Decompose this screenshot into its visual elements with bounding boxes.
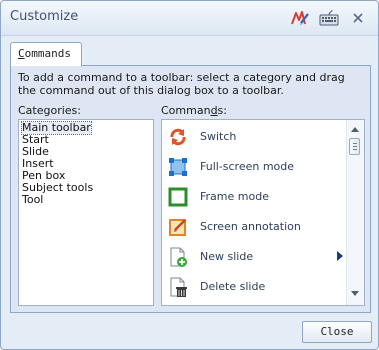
customize-dialog: Customize Commands To add a command to a…: [0, 0, 379, 350]
command-label: Delete slide: [200, 280, 266, 293]
switch-icon: [168, 127, 188, 147]
command-switch[interactable]: Switch: [162, 122, 346, 152]
command-full-screen-mode[interactable]: Full-screen mode: [162, 152, 346, 182]
command-delete-slide[interactable]: Delete slide: [162, 272, 346, 302]
categories-list[interactable]: Main toolbar Start Slide Insert Pen box …: [18, 119, 154, 306]
command-label: Frame mode: [200, 190, 269, 203]
close-button[interactable]: Close: [302, 321, 372, 343]
command-screen-annotation[interactable]: Screen annotation: [162, 212, 346, 242]
commands-label-after: s:: [217, 104, 227, 117]
commands-label-accel: d: [210, 104, 218, 117]
categories-label: Categories:: [18, 104, 81, 117]
commands-list[interactable]: Switch Full-screen mode Frame mode Scree…: [161, 119, 365, 306]
title-bar-icons: [290, 8, 368, 28]
submenu-arrow-icon[interactable]: [337, 251, 343, 261]
tab-commands-label: Commands: [18, 47, 71, 60]
instructions-text: To add a command to a toolbar: select a …: [18, 71, 345, 97]
command-label: Full-screen mode: [200, 160, 295, 173]
command-label: Switch: [200, 130, 237, 143]
annotation-icon: [168, 217, 188, 237]
keyboard-icon[interactable]: [319, 9, 339, 27]
command-new-slide[interactable]: New slide: [162, 242, 346, 272]
commands-panel: To add a command to a toolbar: select a …: [10, 65, 371, 313]
command-label: New slide: [200, 250, 254, 263]
tab-commands[interactable]: Commands: [10, 42, 82, 66]
scroll-down-arrow-icon[interactable]: [351, 291, 359, 296]
command-frame-mode[interactable]: Frame mode: [162, 182, 346, 212]
pen-tool-icon[interactable]: [290, 9, 310, 27]
scroll-up-arrow-icon[interactable]: [351, 127, 359, 132]
commands-scrollbar[interactable]: [346, 120, 364, 305]
commands-label-before: Comman: [161, 104, 211, 117]
category-tool[interactable]: Tool: [22, 194, 43, 206]
close-icon[interactable]: [348, 9, 368, 27]
frame-icon: [168, 187, 188, 207]
commands-label: Commands:: [161, 104, 227, 117]
window-title: Customize: [10, 9, 79, 24]
scroll-thumb[interactable]: [349, 138, 360, 155]
fullscreen-icon: [168, 157, 188, 177]
delete-slide-icon: [168, 277, 188, 297]
command-label: Screen annotation: [200, 220, 301, 233]
new-slide-icon: [168, 247, 188, 267]
title-bar[interactable]: Customize: [1, 1, 378, 36]
